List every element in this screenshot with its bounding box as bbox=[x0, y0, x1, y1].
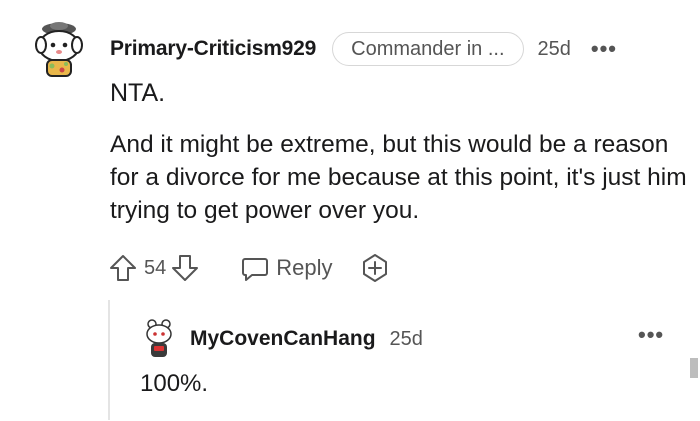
downvote-icon[interactable] bbox=[170, 253, 200, 283]
upvote-icon[interactable] bbox=[108, 253, 138, 283]
reply-user-avatar[interactable] bbox=[140, 318, 178, 360]
reply-body-text: 100%. bbox=[140, 370, 209, 397]
reply-label: Reply bbox=[276, 255, 333, 280]
comment-header: Primary-Criticism929 Commander in ... 25… bbox=[110, 32, 617, 66]
comment-body-verdict: NTA. bbox=[110, 79, 166, 107]
reply-button[interactable]: Reply bbox=[240, 253, 333, 283]
thread-line[interactable] bbox=[108, 300, 110, 420]
user-flair: Commander in ... bbox=[332, 32, 524, 66]
scrollbar-thumb[interactable] bbox=[690, 358, 698, 378]
comment-timestamp: 25d bbox=[537, 37, 571, 60]
comment-action-bar: 54 Reply bbox=[108, 250, 391, 286]
award-button[interactable] bbox=[359, 252, 391, 284]
reply-username[interactable]: MyCovenCanHang bbox=[190, 327, 376, 351]
reply-more-options-button[interactable]: ••• bbox=[638, 322, 664, 348]
award-icon bbox=[362, 254, 387, 282]
reply-timestamp: 25d bbox=[389, 327, 423, 350]
comment-username[interactable]: Primary-Criticism929 bbox=[110, 37, 316, 61]
comment-thread: Primary-Criticism929 Commander in ... 25… bbox=[0, 0, 700, 421]
comment-body-text: And it might be extreme, but this would … bbox=[110, 131, 687, 224]
more-options-button[interactable]: ••• bbox=[591, 36, 617, 62]
vote-score: 54 bbox=[144, 256, 167, 279]
snoo-avatar-icon bbox=[35, 22, 83, 77]
reply-icon bbox=[240, 253, 270, 283]
reply-header: MyCovenCanHang 25d bbox=[190, 324, 423, 354]
snoo-avatar-icon bbox=[146, 319, 172, 357]
user-avatar[interactable] bbox=[32, 20, 88, 80]
